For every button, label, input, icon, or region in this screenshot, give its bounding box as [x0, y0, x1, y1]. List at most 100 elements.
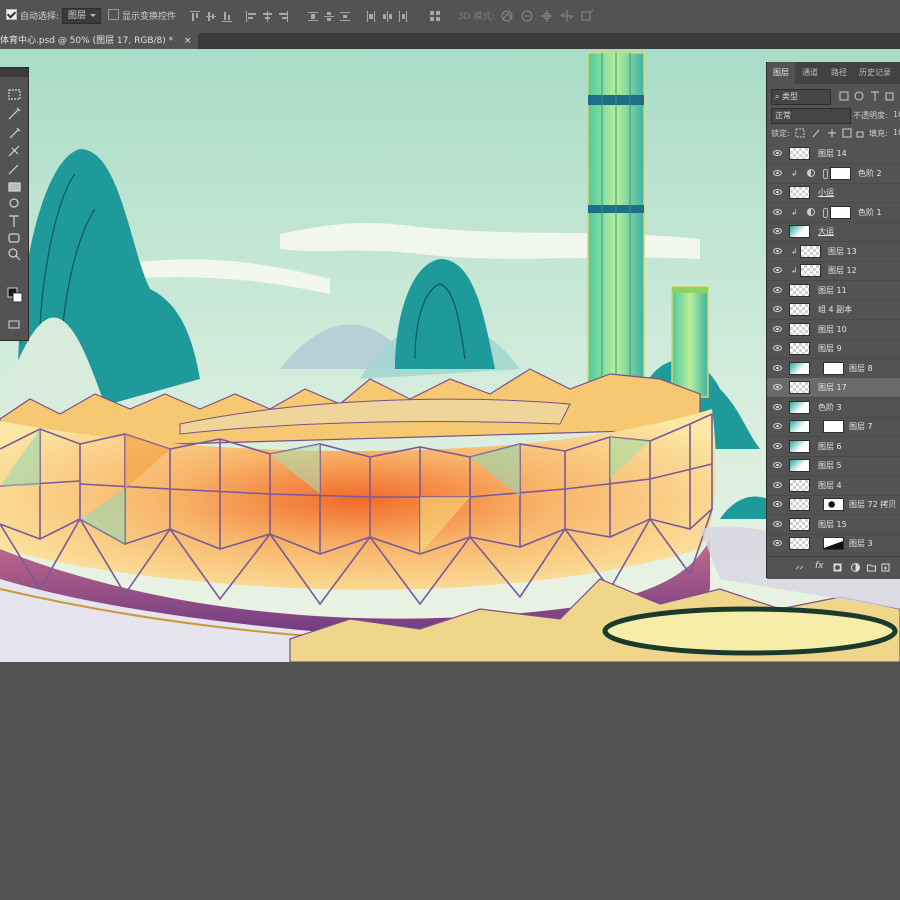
auto-select-label: 自动选择: — [20, 12, 60, 22]
layer-row[interactable]: 色阶 3 — [767, 398, 900, 418]
shape-tool-icon — [8, 233, 20, 243]
layer-row[interactable]: 图层 11 — [767, 281, 900, 301]
distribute-bottom-icon[interactable] — [340, 11, 350, 22]
new-layer-icon[interactable] — [881, 563, 890, 572]
visibility-eye-icon[interactable] — [773, 306, 782, 312]
lock-label: 锁定: — [771, 129, 790, 138]
auto-select-dropdown[interactable]: 图层 — [62, 8, 102, 24]
visibility-eye-icon[interactable] — [773, 247, 782, 254]
visibility-eye-icon[interactable] — [773, 384, 782, 390]
auto-align-icon[interactable] — [430, 11, 440, 22]
visibility-eye-icon[interactable] — [773, 540, 782, 546]
tools-panel — [0, 67, 29, 341]
link-layers-icon[interactable] — [795, 563, 804, 572]
blend-mode-select[interactable]: 正常 — [771, 108, 851, 124]
visibility-eye-icon[interactable] — [773, 267, 782, 273]
align-bottom-icon[interactable] — [222, 11, 232, 22]
filter-kind-select[interactable]: ⌕ 类型 — [771, 89, 831, 105]
layer-row[interactable]: 图层 3 — [767, 534, 900, 554]
layer-row[interactable]: ↲ 色阶 1 — [767, 203, 900, 223]
lock-icons[interactable] — [795, 128, 865, 139]
layer-row[interactable]: 图层 8 — [767, 359, 900, 379]
visibility-eye-icon[interactable] — [773, 208, 782, 215]
layer-row[interactable]: 大运 — [767, 222, 900, 242]
layer-row[interactable]: 图层 5 — [767, 456, 900, 476]
layer-name: 图层 10 — [818, 324, 847, 334]
show-transform-label: 显示变换控件 — [122, 12, 177, 22]
layer-thumbnail — [789, 517, 810, 531]
filter-icons[interactable] — [839, 91, 899, 102]
distribute-left-icon[interactable] — [366, 11, 376, 22]
visibility-eye-icon[interactable] — [773, 325, 782, 332]
visibility-eye-icon[interactable] — [773, 481, 782, 488]
layer-row[interactable]: 图层 10 — [767, 320, 900, 340]
close-tab-icon[interactable]: × — [184, 36, 192, 46]
tab-paths[interactable]: 路径 — [831, 62, 847, 84]
canvas-artwork[interactable] — [0, 49, 900, 662]
align-top-icon[interactable] — [190, 11, 200, 22]
brush-tool-icon — [8, 164, 19, 175]
visibility-eye-icon[interactable] — [773, 345, 782, 351]
visibility-eye-icon[interactable] — [773, 228, 782, 234]
tab-channels[interactable]: 通道 — [802, 62, 818, 84]
layer-row[interactable]: 图层 6 — [767, 437, 900, 457]
layer-thumbnail — [800, 244, 821, 258]
layer-thumbnail — [789, 225, 810, 238]
distribute-hcenter-icon[interactable] — [382, 11, 392, 22]
layer-thumbnail — [789, 342, 810, 355]
visibility-eye-icon[interactable] — [773, 189, 782, 195]
layer-row[interactable]: ↲ 色阶 2 — [767, 164, 900, 184]
visibility-eye-icon[interactable] — [773, 169, 782, 176]
auto-select-checkbox[interactable]: 自动选择: — [6, 9, 59, 25]
tools-panel-header[interactable] — [0, 68, 28, 77]
visibility-eye-icon[interactable] — [773, 520, 782, 527]
distribute-top-icon[interactable] — [308, 11, 318, 22]
visibility-eye-icon[interactable] — [773, 364, 782, 371]
layer-row[interactable]: 图层 9 — [767, 339, 900, 359]
layer-row[interactable]: 小运 — [767, 183, 900, 203]
align-hcenter-icon[interactable] — [262, 11, 272, 22]
visibility-eye-icon[interactable] — [773, 423, 782, 429]
align-left-icon[interactable] — [246, 11, 256, 22]
document-tab-bar: 体育中心.psd @ 50% (图层 17, RGB/8) * × — [0, 33, 900, 49]
show-transform-checkbox[interactable]: 显示变换控件 — [108, 9, 176, 25]
layer-row-selected[interactable]: 图层 17 — [767, 378, 900, 398]
document-tab[interactable]: 体育中心.psd @ 50% (图层 17, RGB/8) * × — [0, 33, 198, 49]
distribute-vcenter-icon[interactable] — [324, 11, 334, 22]
layer-name: 大运 — [818, 227, 834, 236]
layer-row[interactable]: 图层 4 — [767, 476, 900, 496]
tab-history[interactable]: 历史记录 — [859, 62, 891, 84]
layer-row[interactable]: 图层 7 — [767, 417, 900, 437]
add-mask-icon[interactable] — [833, 563, 842, 572]
align-right-icon[interactable] — [278, 11, 288, 22]
layer-row[interactable]: ↲ 图层 12 — [767, 261, 900, 281]
layer-row[interactable]: 图层 14 — [767, 144, 900, 164]
layer-row[interactable]: 组 4 副本 — [767, 300, 900, 320]
align-vcenter-icon[interactable] — [206, 11, 216, 22]
mask-thumbnail — [823, 537, 844, 550]
visibility-eye-icon[interactable] — [773, 501, 782, 507]
layer-thumbnail — [789, 439, 810, 453]
opacity-value[interactable]: 10 — [893, 110, 900, 119]
layer-name: 图层 72 拷贝 — [849, 500, 897, 509]
layer-name: 图层 7 — [849, 422, 873, 431]
layer-name: 图层 5 — [818, 461, 842, 470]
mask-thumbnail — [823, 498, 844, 511]
mode-3d-label: 3D 模式: — [458, 12, 495, 22]
fx-icon[interactable]: fx — [815, 561, 824, 571]
new-group-icon[interactable] — [867, 563, 876, 572]
visibility-eye-icon[interactable] — [773, 286, 782, 293]
visibility-eye-icon[interactable] — [773, 442, 782, 449]
layer-row[interactable]: 图层 15 — [767, 515, 900, 535]
visibility-eye-icon[interactable] — [773, 462, 782, 468]
distribute-right-icon[interactable] — [398, 11, 408, 22]
layer-row[interactable]: 图层 72 拷贝 — [767, 495, 900, 515]
fill-value[interactable]: 10 — [893, 128, 900, 137]
visibility-eye-icon[interactable] — [773, 403, 782, 410]
layer-thumbnail — [789, 459, 810, 472]
eyedropper-tool-icon — [9, 127, 21, 139]
tab-layers[interactable]: 图层 — [767, 62, 795, 84]
visibility-eye-icon[interactable] — [773, 150, 782, 156]
adjustment-layer-icon[interactable] — [851, 563, 860, 572]
layer-row[interactable]: ↲ 图层 13 — [767, 242, 900, 262]
